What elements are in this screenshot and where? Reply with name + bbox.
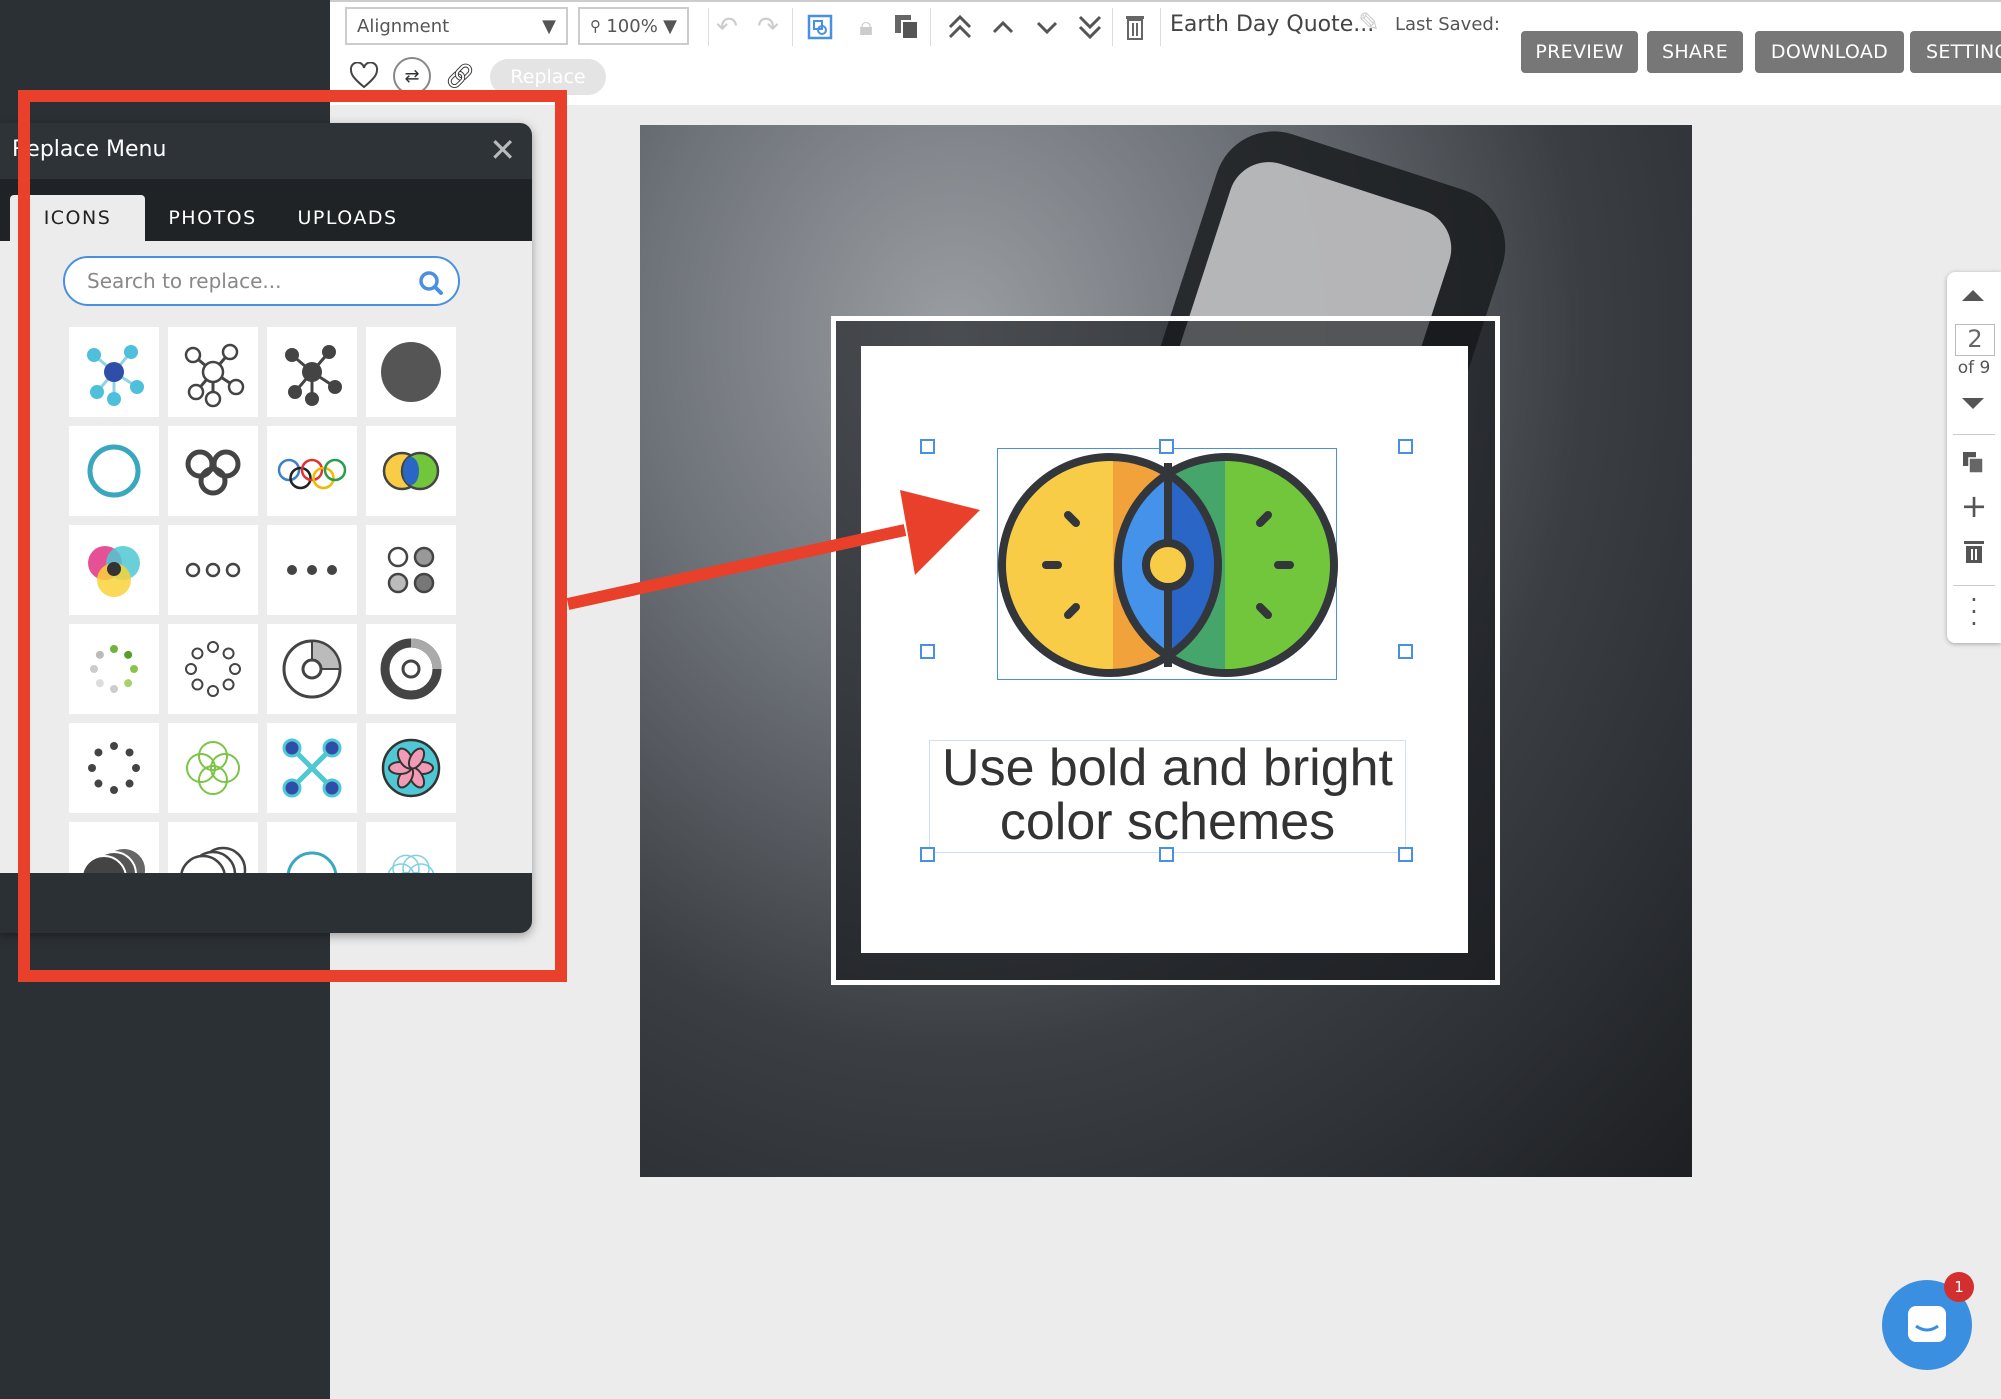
zoom-value: 100% [606, 15, 658, 37]
bring-to-front-icon[interactable] [943, 10, 977, 44]
page-down-icon[interactable] [1962, 398, 1984, 409]
settings-button[interactable]: SETTINGS [1910, 31, 2001, 73]
quote-text-box[interactable]: Use bold and bright color schemes [929, 740, 1406, 853]
notification-badge: 1 [1944, 1272, 1974, 1302]
delete-page-icon[interactable] [1964, 540, 1984, 564]
send-to-back-icon[interactable] [1073, 10, 1107, 44]
preview-button[interactable]: PREVIEW [1521, 31, 1638, 73]
share-button[interactable]: SHARE [1647, 31, 1743, 73]
page-up-icon[interactable] [1962, 290, 1984, 301]
design-canvas[interactable]: Use bold and bright color schemes [640, 125, 1692, 1177]
lock-icon[interactable]: 🔒︎ [849, 10, 883, 44]
duplicate-page-icon[interactable] [1963, 452, 1985, 474]
chat-icon [1908, 1306, 1946, 1342]
download-button[interactable]: DOWNLOAD [1755, 31, 1904, 73]
undo-icon[interactable]: ↶ [710, 10, 744, 44]
document-title[interactable]: Earth Day Quote... [1170, 12, 1374, 37]
page-number-input[interactable]: 2 [1955, 324, 1995, 356]
top-toolbar: Alignment ▼ ⚲ 100% ▼ ↶ ↷ 🔒︎ Earth Day Quote… [330, 0, 2001, 105]
redo-icon[interactable]: ↷ [751, 10, 785, 44]
trash-icon[interactable] [1118, 10, 1152, 44]
chevron-down-icon: ▼ [663, 15, 677, 37]
zoom-icon: ⚲ [590, 17, 601, 35]
venn-icon-selected[interactable] [997, 448, 1338, 680]
link-icon[interactable]: 🔗︎ [443, 59, 477, 93]
zoom-dropdown[interactable]: ⚲ 100% ▼ [578, 7, 689, 45]
resize-handle[interactable] [920, 644, 935, 659]
edit-title-icon[interactable]: ✎ [1352, 6, 1386, 40]
resize-handle[interactable] [1398, 847, 1413, 862]
add-page-icon[interactable]: + [1947, 487, 2001, 525]
resize-handle[interactable] [920, 847, 935, 862]
alignment-label: Alignment [357, 15, 450, 37]
resize-handle[interactable] [1159, 847, 1174, 862]
send-backward-icon[interactable] [1030, 10, 1064, 44]
venn-eye-icon [998, 453, 1338, 677]
more-options-icon[interactable]: · · · [1947, 588, 2001, 636]
resize-handle[interactable] [1159, 439, 1174, 454]
annotation-arrow-icon [566, 490, 980, 610]
annotation-highlight-box [18, 90, 567, 982]
resize-handle[interactable] [1398, 439, 1413, 454]
group-icon[interactable] [803, 10, 837, 44]
quote-line-2: color schemes [999, 793, 1336, 851]
last-saved-label: Last Saved: [1395, 14, 1500, 35]
alignment-dropdown[interactable]: Alignment ▼ [345, 7, 568, 45]
page-count: of 9 [1957, 358, 1991, 378]
chat-button[interactable]: 1 [1882, 1272, 1974, 1370]
bring-forward-icon[interactable] [986, 10, 1020, 44]
resize-handle[interactable] [1398, 644, 1413, 659]
duplicate-icon[interactable] [890, 10, 924, 44]
chevron-down-icon: ▼ [542, 15, 556, 37]
heart-icon[interactable] [347, 59, 381, 93]
resize-handle[interactable] [920, 439, 935, 454]
quote-line-1: Use bold and bright [942, 739, 1393, 797]
page-navigator: 2 of 9 + · · · [1947, 272, 2001, 643]
